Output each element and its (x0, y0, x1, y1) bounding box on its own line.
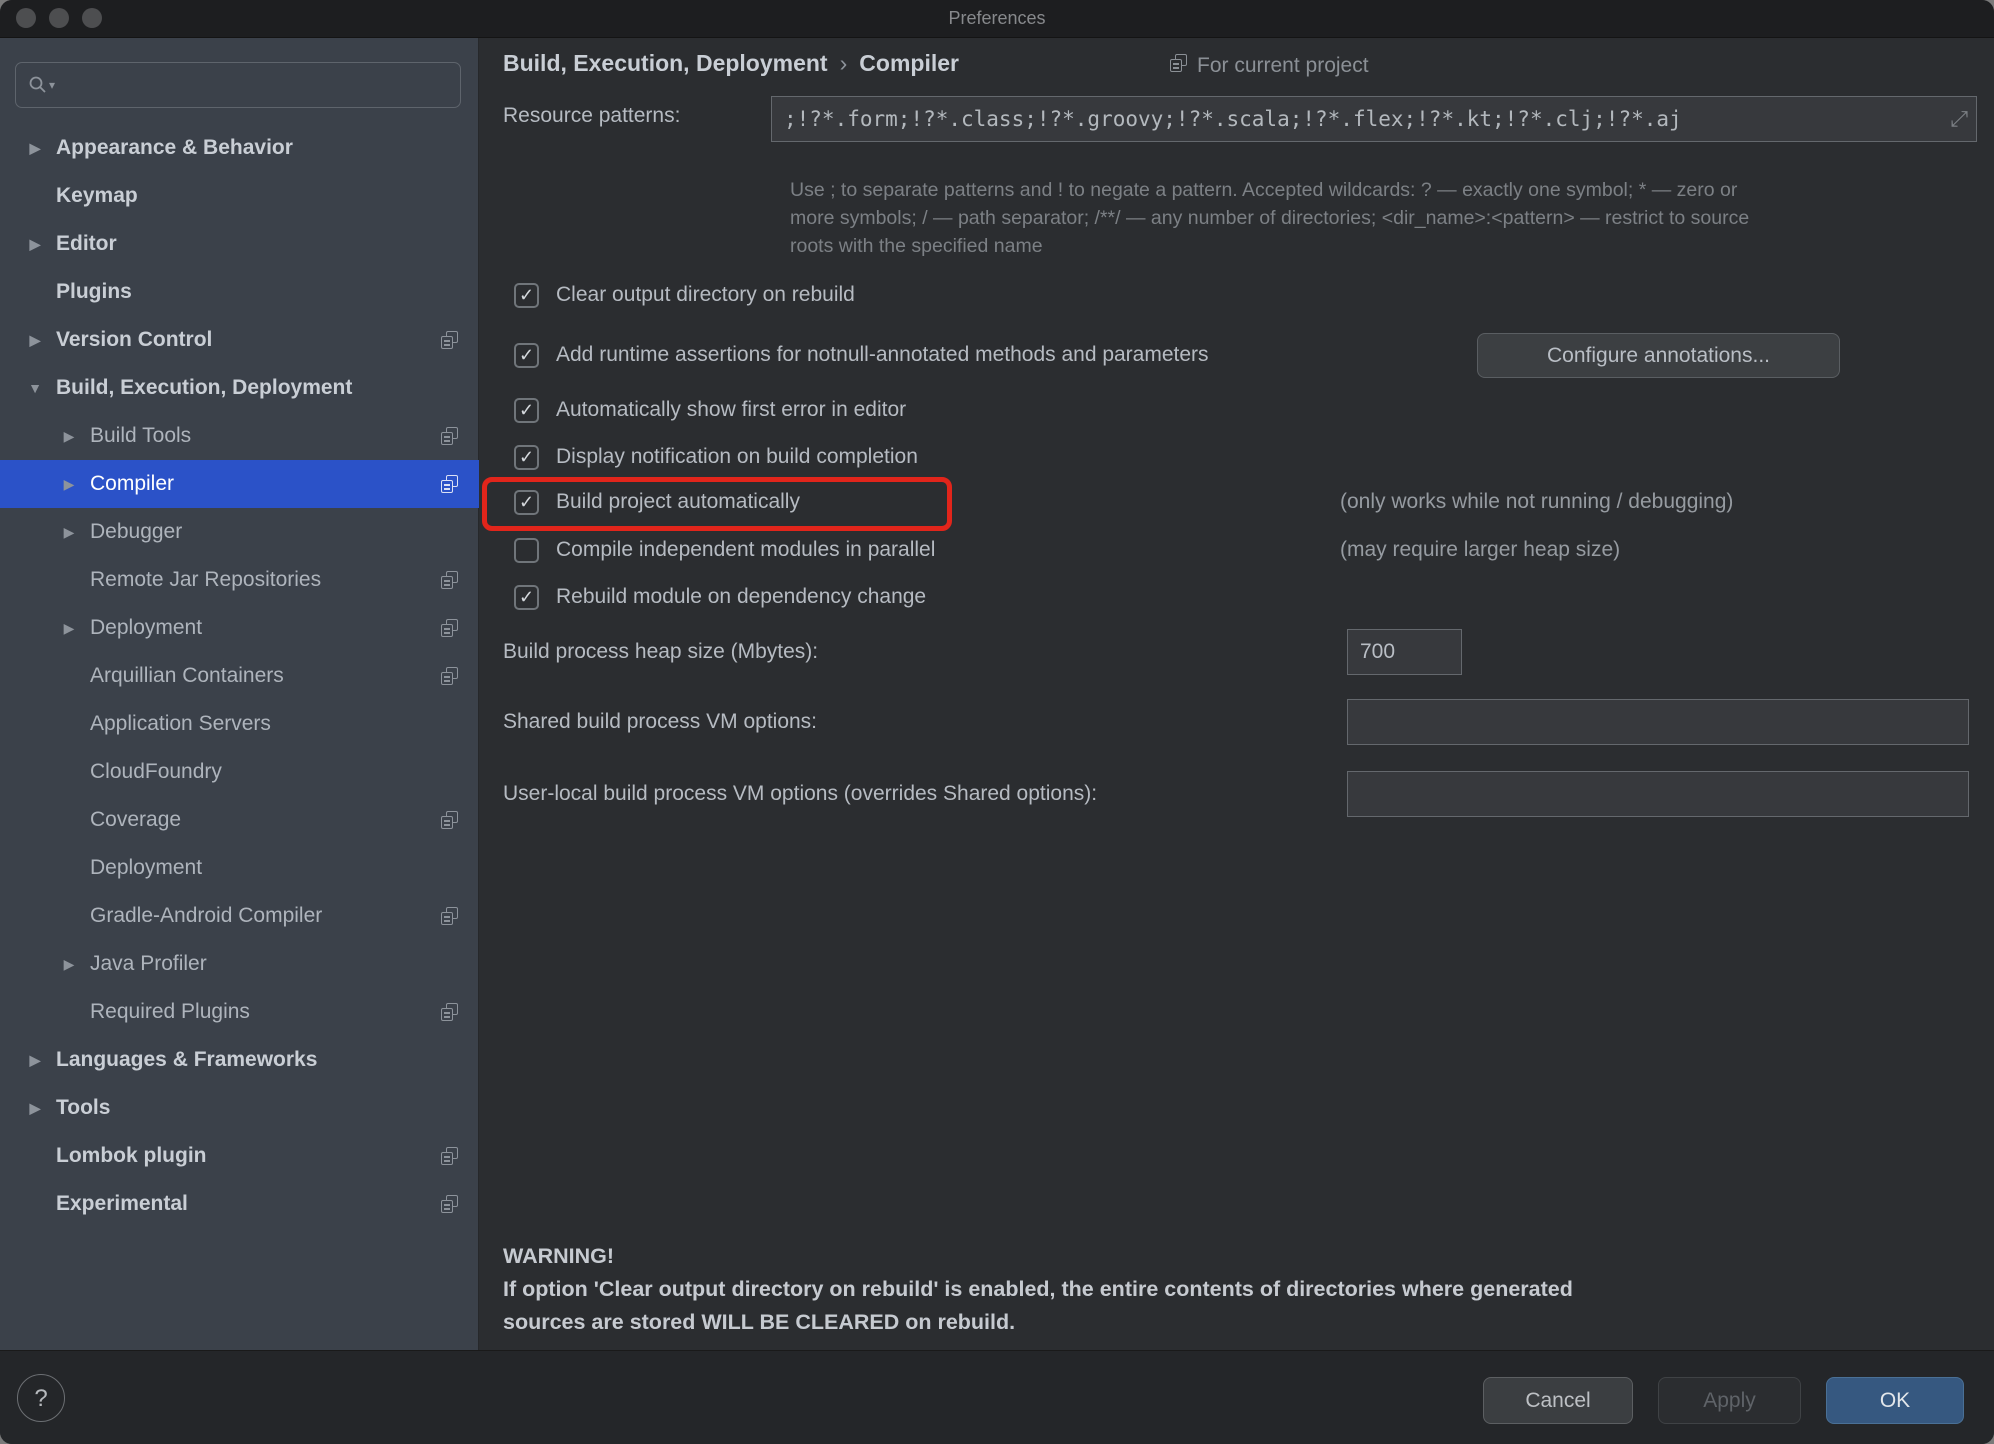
resource-patterns-help: Use ; to separate patterns and ! to nega… (790, 176, 1749, 260)
chevron-right-icon[interactable]: ▶ (56, 476, 82, 493)
project-level-icon (441, 667, 459, 685)
checkbox-icon[interactable]: ✓ (514, 283, 539, 308)
sidebar-item-lombok-plugin[interactable]: Lombok plugin (0, 1132, 479, 1180)
settings-search-field[interactable]: ▾ (15, 62, 461, 108)
sidebar-item-version-control[interactable]: ▶Version Control (0, 316, 479, 364)
preferences-window: Preferences ▾ ▶Appearance & Behavior Key… (0, 0, 1994, 1444)
project-level-icon (1170, 57, 1188, 75)
sidebar-item-arquillian-containers[interactable]: Arquillian Containers (0, 652, 479, 700)
search-input[interactable] (63, 73, 427, 97)
sidebar-item-compiler[interactable]: ▶Compiler (0, 460, 479, 508)
expand-field-icon[interactable]: ⤢ (1950, 106, 1976, 132)
warning-text: WARNING! If option 'Clear output directo… (503, 1240, 1573, 1339)
resource-patterns-field-wrap: ⤢ (771, 96, 1977, 142)
project-level-icon (441, 619, 459, 637)
settings-tree: ▶Appearance & Behavior Keymap ▶Editor Pl… (0, 124, 479, 1228)
resource-patterns-input[interactable] (772, 107, 1950, 131)
sidebar-item-java-profiler[interactable]: ▶Java Profiler (0, 940, 479, 988)
chevron-right-icon[interactable]: ▶ (56, 620, 82, 637)
chevron-right-icon[interactable]: ▶ (22, 140, 48, 157)
chevron-right-icon[interactable]: ▶ (22, 332, 48, 349)
checkbox-icon[interactable]: ✓ (514, 445, 539, 470)
sidebar-item-build-tools[interactable]: ▶Build Tools (0, 412, 479, 460)
chevron-right-icon[interactable]: ▶ (22, 1100, 48, 1117)
project-level-icon (441, 475, 459, 493)
sidebar-item-experimental[interactable]: Experimental (0, 1180, 479, 1228)
search-options-caret-icon[interactable]: ▾ (49, 78, 55, 92)
settings-sidebar: ▾ ▶Appearance & Behavior Keymap ▶Editor … (0, 38, 479, 1350)
sidebar-item-cloudfoundry[interactable]: CloudFoundry (0, 748, 479, 796)
sidebar-item-appearance-behavior[interactable]: ▶Appearance & Behavior (0, 124, 479, 172)
chevron-right-icon[interactable]: ▶ (56, 428, 82, 445)
shared-vm-options-input[interactable] (1348, 700, 1968, 744)
scope-label: For current project (1197, 54, 1369, 78)
cancel-button[interactable]: Cancel (1483, 1377, 1633, 1424)
title-bar: Preferences (0, 0, 1994, 38)
heap-size-input[interactable] (1348, 630, 1461, 674)
sidebar-item-deployment[interactable]: ▶Deployment (0, 604, 479, 652)
sidebar-item-build-execution-deployment[interactable]: ▼Build, Execution, Deployment (0, 364, 479, 412)
shared-vm-options-label: Shared build process VM options: (503, 710, 817, 734)
project-level-icon (441, 331, 459, 349)
search-icon (28, 75, 48, 95)
project-level-icon (441, 1003, 459, 1021)
sidebar-item-remote-jar-repositories[interactable]: Remote Jar Repositories (0, 556, 479, 604)
checkbox-build-project-automatically[interactable]: ✓ Build project automatically (514, 487, 800, 517)
user-local-vm-options-label: User-local build process VM options (ove… (503, 782, 1097, 806)
user-local-vm-options-field-wrap (1347, 771, 1969, 817)
compiler-settings-panel: Build, Execution, Deployment›Compiler Fo… (480, 38, 1994, 1350)
chevron-right-icon[interactable]: ▶ (56, 956, 82, 973)
breadcrumb-separator-icon: › (828, 50, 860, 76)
chevron-right-icon[interactable]: ▶ (22, 236, 48, 253)
scope-indicator: For current project (1170, 54, 1369, 78)
checkbox-automatically-show-first-error[interactable]: ✓ Automatically show first error in edit… (514, 395, 906, 425)
shared-vm-options-field-wrap (1347, 699, 1969, 745)
sidebar-item-coverage[interactable]: Coverage (0, 796, 479, 844)
sidebar-item-gradle-android-compiler[interactable]: Gradle-Android Compiler (0, 892, 479, 940)
sidebar-item-debugger[interactable]: ▶Debugger (0, 508, 479, 556)
user-local-vm-options-input[interactable] (1348, 772, 1968, 816)
help-button[interactable]: ? (17, 1374, 65, 1422)
configure-annotations-button[interactable]: Configure annotations... (1477, 333, 1840, 378)
project-level-icon (441, 811, 459, 829)
checkbox-display-notification[interactable]: ✓ Display notification on build completi… (514, 442, 918, 472)
heap-size-label: Build process heap size (Mbytes): (503, 640, 818, 664)
project-level-icon (441, 1147, 459, 1165)
window-title: Preferences (0, 0, 1994, 37)
breadcrumb: Build, Execution, Deployment›Compiler (503, 50, 959, 77)
apply-button[interactable]: Apply (1658, 1377, 1801, 1424)
project-level-icon (441, 907, 459, 925)
sidebar-item-required-plugins[interactable]: Required Plugins (0, 988, 479, 1036)
project-level-icon (441, 427, 459, 445)
checkbox-add-runtime-assertions[interactable]: ✓ Add runtime assertions for notnull-ann… (514, 340, 1209, 370)
sidebar-item-keymap[interactable]: Keymap (0, 172, 479, 220)
sidebar-item-editor[interactable]: ▶Editor (0, 220, 479, 268)
sidebar-item-plugins[interactable]: Plugins (0, 268, 479, 316)
compile-parallel-note: (may require larger heap size) (1340, 535, 1620, 565)
project-level-icon (441, 571, 459, 589)
sidebar-item-deployment-2[interactable]: Deployment (0, 844, 479, 892)
project-level-icon (441, 1195, 459, 1213)
chevron-right-icon[interactable]: ▶ (56, 524, 82, 541)
build-automatically-note: (only works while not running / debuggin… (1340, 487, 1733, 517)
checkbox-icon[interactable]: ✓ (514, 343, 539, 368)
checkbox-icon[interactable]: ✓ (514, 585, 539, 610)
breadcrumb-parent[interactable]: Build, Execution, Deployment (503, 50, 828, 76)
checkbox-icon[interactable]: ✓ (514, 538, 539, 563)
checkbox-icon[interactable]: ✓ (514, 490, 539, 515)
sidebar-item-languages-frameworks[interactable]: ▶Languages & Frameworks (0, 1036, 479, 1084)
chevron-right-icon[interactable]: ▶ (22, 1052, 48, 1069)
checkbox-clear-output-directory[interactable]: ✓ Clear output directory on rebuild (514, 280, 855, 310)
sidebar-item-tools[interactable]: ▶Tools (0, 1084, 479, 1132)
sidebar-item-application-servers[interactable]: Application Servers (0, 700, 479, 748)
ok-button[interactable]: OK (1826, 1377, 1964, 1424)
chevron-down-icon[interactable]: ▼ (22, 380, 48, 396)
heap-size-field-wrap (1347, 629, 1462, 675)
dialog-footer: ? Cancel Apply OK (0, 1350, 1994, 1444)
resource-patterns-label: Resource patterns: (503, 104, 680, 128)
breadcrumb-current: Compiler (859, 50, 959, 76)
checkbox-icon[interactable]: ✓ (514, 398, 539, 423)
checkbox-compile-independent-modules[interactable]: ✓ Compile independent modules in paralle… (514, 535, 935, 565)
checkbox-rebuild-module-on-dependency-change[interactable]: ✓ Rebuild module on dependency change (514, 582, 926, 612)
